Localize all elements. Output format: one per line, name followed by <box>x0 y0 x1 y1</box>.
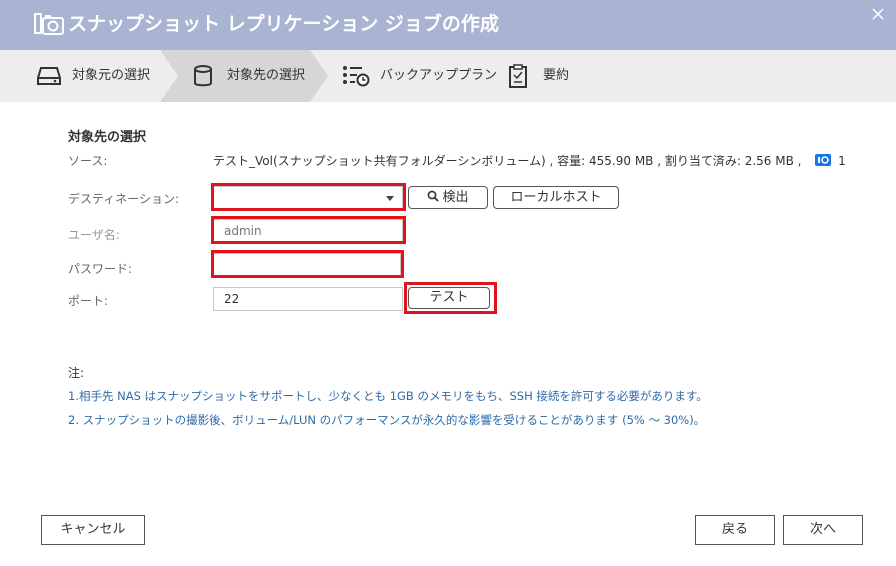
destination-label: デスティネーション: <box>68 192 180 206</box>
search-button[interactable]: 検出 <box>408 186 488 209</box>
step-label: バックアッププラン <box>380 68 498 83</box>
port-label: ポート: <box>68 294 109 308</box>
notes-title: 注: <box>68 366 85 380</box>
window-title: スナップショット レプリケーション ジョブの作成 <box>68 13 499 35</box>
wizard-steps: 対象元の選択 対象先の選択 バックアッププラン 要約 <box>0 50 896 102</box>
title-bar: スナップショット レプリケーション ジョブの作成 <box>0 0 896 50</box>
drive-icon <box>37 67 61 85</box>
highlight-box <box>211 250 404 278</box>
step-label: 要約 <box>543 68 570 83</box>
snapshot-icon <box>815 154 832 166</box>
port-input[interactable]: 22 <box>213 287 403 311</box>
search-icon <box>428 190 440 202</box>
next-button[interactable]: 次へ <box>783 515 863 545</box>
database-icon <box>194 65 212 87</box>
cancel-button[interactable]: キャンセル <box>41 515 145 545</box>
step-label: 対象元の選択 <box>72 68 151 83</box>
password-label: パスワード: <box>68 262 133 276</box>
note-item: 1.相手先 NAS はスナップショットをサポートし、少なくとも 1GB のメモリ… <box>68 389 708 403</box>
schedule-list-icon <box>343 66 370 87</box>
close-icon[interactable] <box>871 7 885 21</box>
localhost-button[interactable]: ローカルホスト <box>493 186 619 209</box>
clipboard-icon <box>509 64 527 88</box>
snapshot-replication-icon <box>34 13 64 35</box>
highlight-box <box>211 216 406 244</box>
back-button[interactable]: 戻る <box>695 515 775 545</box>
step-backup-plan: バックアッププラン <box>340 50 497 102</box>
highlight-box <box>211 183 406 211</box>
section-title: 対象先の選択 <box>68 130 147 145</box>
step-source: 対象元の選択 <box>0 50 180 102</box>
username-label: ユーザ名: <box>68 228 120 242</box>
step-summary: 要約 <box>500 50 620 102</box>
source-value: テスト_Vol(スナップショット共有フォルダーシンボリューム) , 容量: 45… <box>213 154 846 168</box>
source-label: ソース: <box>68 154 108 168</box>
snapshot-count: 1 <box>838 154 846 168</box>
note-item: 2. スナップショットの撮影後、ボリューム/LUN のパフォーマンスが永久的な影… <box>68 413 706 427</box>
highlight-box <box>404 282 497 314</box>
step-label: 対象先の選択 <box>227 68 306 83</box>
step-destination: 対象先の選択 <box>180 50 330 102</box>
